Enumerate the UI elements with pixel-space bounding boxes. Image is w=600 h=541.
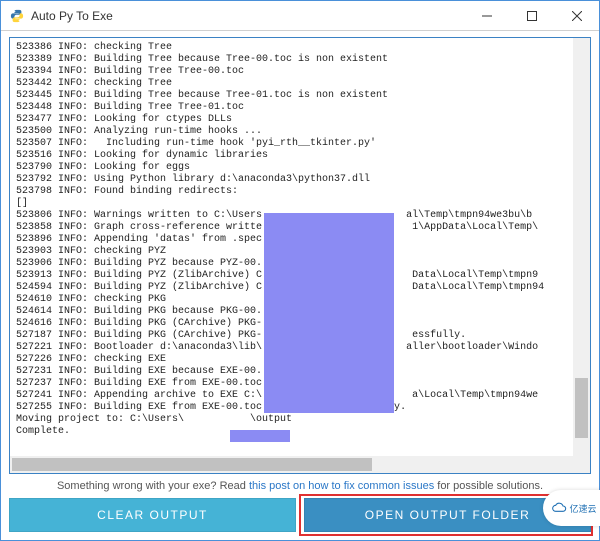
horizontal-scroll-thumb[interactable]: [12, 458, 372, 471]
console-line: 523442 INFO: checking Tree: [16, 78, 584, 90]
close-icon: [572, 11, 582, 21]
hint-text: Something wrong with your exe? Read this…: [9, 474, 591, 498]
console-line: 523792 INFO: Using Python library d:\ana…: [16, 174, 584, 186]
buttons-row: CLEAR OUTPUT OPEN OUTPUT FOLDER: [9, 498, 591, 532]
hint-link[interactable]: this post on how to fix common issues: [249, 480, 434, 492]
clear-output-button[interactable]: CLEAR OUTPUT: [9, 498, 296, 532]
console-line: 523386 INFO: checking Tree: [16, 42, 584, 54]
console-line: 523448 INFO: Building Tree Tree-01.toc: [16, 102, 584, 114]
console-line: 523394 INFO: Building Tree Tree-00.toc: [16, 66, 584, 78]
redaction-overlay: [230, 430, 290, 442]
console-line: 523790 INFO: Looking for eggs: [16, 162, 584, 174]
console-output: 523386 INFO: checking Tree523389 INFO: B…: [10, 38, 590, 456]
hint-prefix: Something wrong with your exe? Read: [57, 480, 249, 492]
console-panel: 523386 INFO: checking Tree523389 INFO: B…: [9, 37, 591, 474]
window-title: Auto Py To Exe: [31, 9, 464, 23]
console-line: []: [16, 198, 584, 210]
horizontal-scrollbar[interactable]: [10, 456, 573, 473]
close-button[interactable]: [554, 1, 599, 31]
vertical-scrollbar[interactable]: [573, 38, 590, 456]
redaction-overlay: [264, 213, 394, 413]
console-line: 523507 INFO: Including run-time hook 'py…: [16, 138, 584, 150]
maximize-icon: [527, 11, 537, 21]
window-body: 523386 INFO: checking Tree523389 INFO: B…: [1, 31, 599, 540]
vertical-scroll-thumb[interactable]: [575, 378, 588, 438]
watermark-badge: 亿速云: [543, 490, 600, 526]
console-line: 523516 INFO: Looking for dynamic librari…: [16, 150, 584, 162]
python-logo-icon: [9, 8, 25, 24]
console-line: 523445 INFO: Building Tree because Tree-…: [16, 90, 584, 102]
console-line: 523389 INFO: Building Tree because Tree-…: [16, 54, 584, 66]
console-line: Complete.: [16, 426, 584, 438]
maximize-button[interactable]: [509, 1, 554, 31]
minimize-icon: [482, 11, 492, 21]
cloud-icon: [551, 502, 567, 514]
app-window: Auto Py To Exe 523386 INFO: checking Tre…: [0, 0, 600, 541]
console-line: 523477 INFO: Looking for ctypes DLLs: [16, 114, 584, 126]
titlebar: Auto Py To Exe: [1, 1, 599, 31]
console-line: 523798 INFO: Found binding redirects:: [16, 186, 584, 198]
console-line: 523500 INFO: Analyzing run-time hooks ..…: [16, 126, 584, 138]
console-line: Moving project to: C:\Users\ \output: [16, 414, 584, 426]
hint-suffix: for possible solutions.: [434, 480, 543, 492]
watermark-text: 亿速云: [569, 502, 596, 515]
minimize-button[interactable]: [464, 1, 509, 31]
